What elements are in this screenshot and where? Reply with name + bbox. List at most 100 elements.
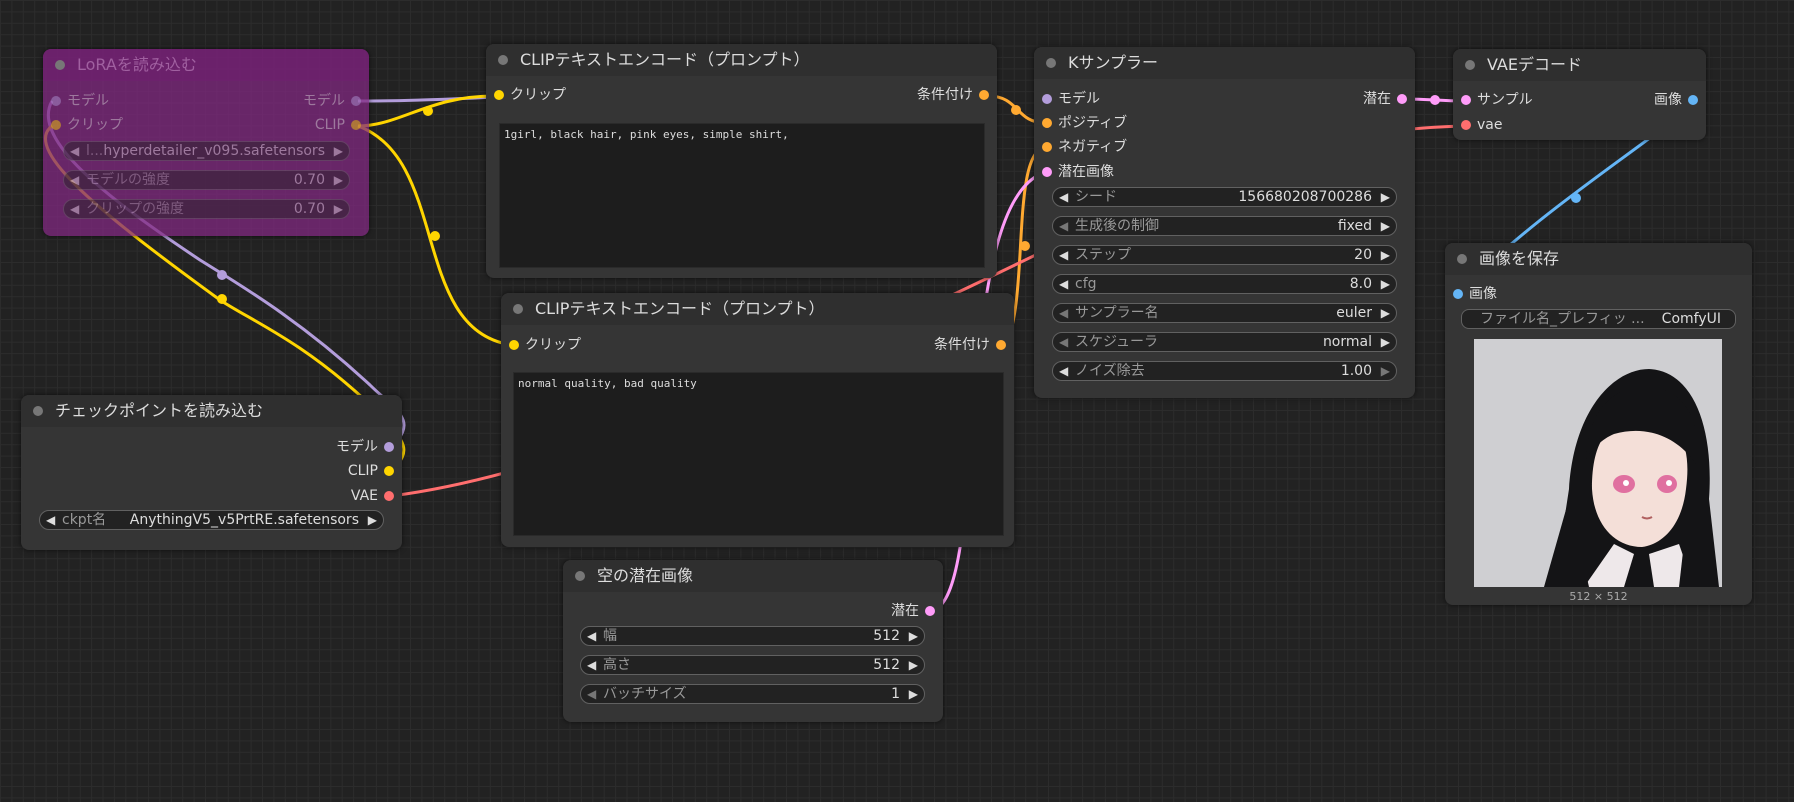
- vae-decode-node[interactable]: VAEデコード サンプル vae 画像: [1453, 49, 1706, 140]
- arrow-left-icon[interactable]: ◀: [1059, 217, 1068, 236]
- output-slot-conditioning[interactable]: 条件付け: [934, 335, 1006, 355]
- arrow-left-icon[interactable]: ◀: [1059, 333, 1068, 352]
- arrow-left-icon[interactable]: ◀: [46, 511, 55, 530]
- seed-number[interactable]: ◀ シード 156680208700286 ▶: [1052, 187, 1397, 207]
- slot-dot-icon[interactable]: [925, 606, 935, 616]
- arrow-right-icon[interactable]: ▶: [1381, 217, 1390, 236]
- cfg-number[interactable]: ◀ cfg 8.0 ▶: [1052, 274, 1397, 294]
- input-slot-model[interactable]: モデル: [51, 91, 109, 111]
- control-after-generate-combo[interactable]: ◀ 生成後の制御 fixed ▶: [1052, 216, 1397, 236]
- arrow-left-icon[interactable]: ◀: [70, 171, 79, 190]
- slot-dot-icon[interactable]: [1453, 289, 1463, 299]
- prompt-textarea[interactable]: normal quality, bad quality: [513, 372, 1004, 536]
- arrow-right-icon[interactable]: ▶: [1381, 188, 1390, 207]
- checkpoint-loader-node[interactable]: チェックポイントを読み込む モデル CLIP VAE ◀ ckpt名 Anythin…: [21, 395, 402, 550]
- slot-dot-icon[interactable]: [384, 491, 394, 501]
- input-slot-vae[interactable]: vae: [1461, 115, 1502, 135]
- wire-midpoint[interactable]: [1571, 193, 1581, 203]
- collapse-dot-icon[interactable]: [513, 304, 523, 314]
- node-title[interactable]: Kサンプラー: [1034, 47, 1415, 79]
- generated-image-preview[interactable]: [1474, 339, 1722, 587]
- arrow-right-icon[interactable]: ▶: [334, 171, 343, 190]
- node-title[interactable]: CLIPテキストエンコード（プロンプト）: [501, 293, 1014, 325]
- arrow-right-icon[interactable]: ▶: [1381, 246, 1390, 265]
- collapse-dot-icon[interactable]: [55, 60, 65, 70]
- ckpt-name-combo[interactable]: ◀ ckpt名 AnythingV5_v5PrtRE.safetensors ▶: [39, 510, 384, 530]
- collapse-dot-icon[interactable]: [33, 406, 43, 416]
- slot-dot-icon[interactable]: [351, 96, 361, 106]
- output-slot-clip[interactable]: CLIP: [348, 461, 394, 481]
- wire-midpoint[interactable]: [1020, 241, 1030, 251]
- arrow-left-icon[interactable]: ◀: [70, 142, 79, 161]
- slot-dot-icon[interactable]: [1461, 120, 1471, 130]
- strength-clip-number[interactable]: ◀ クリップの強度 0.70 ▶: [63, 199, 350, 219]
- wire-midpoint[interactable]: [430, 231, 440, 241]
- arrow-right-icon[interactable]: ▶: [909, 656, 918, 675]
- node-title[interactable]: VAEデコード: [1453, 49, 1706, 81]
- steps-number[interactable]: ◀ ステップ 20 ▶: [1052, 245, 1397, 265]
- arrow-left-icon[interactable]: ◀: [1059, 246, 1068, 265]
- slot-dot-icon[interactable]: [51, 120, 61, 130]
- wire-midpoint[interactable]: [217, 270, 227, 280]
- node-title[interactable]: チェックポイントを読み込む: [21, 395, 402, 427]
- arrow-right-icon[interactable]: ▶: [909, 685, 918, 704]
- lora-name-combo[interactable]: ◀ l... hyperdetailer_v095.safetensors ▶: [63, 141, 350, 161]
- slot-dot-icon[interactable]: [1688, 95, 1698, 105]
- arrow-right-icon[interactable]: ▶: [1381, 275, 1390, 294]
- slot-dot-icon[interactable]: [494, 90, 504, 100]
- arrow-left-icon[interactable]: ◀: [1059, 304, 1068, 323]
- input-slot-clip[interactable]: クリップ: [494, 85, 566, 105]
- output-slot-latent[interactable]: 潜在: [891, 601, 935, 621]
- height-number[interactable]: ◀ 高さ 512 ▶: [580, 655, 925, 675]
- slot-dot-icon[interactable]: [979, 90, 989, 100]
- wire-midpoint[interactable]: [1011, 105, 1021, 115]
- batch-size-number[interactable]: ◀ バッチサイズ 1 ▶: [580, 684, 925, 704]
- slot-dot-icon[interactable]: [1397, 94, 1407, 104]
- clip-text-encode-positive-node[interactable]: CLIPテキストエンコード（プロンプト） クリップ 条件付け 1girl, bl…: [486, 44, 997, 278]
- lora-loader-node[interactable]: LoRAを読み込む モデル クリップ モデル CLIP ◀ l... hyperde…: [43, 49, 369, 236]
- arrow-right-icon[interactable]: ▶: [1381, 362, 1390, 381]
- wire-midpoint[interactable]: [217, 294, 227, 304]
- node-title[interactable]: 空の潜在画像: [563, 560, 943, 592]
- arrow-left-icon[interactable]: ◀: [587, 627, 596, 646]
- output-slot-vae[interactable]: VAE: [351, 486, 394, 506]
- slot-dot-icon[interactable]: [1042, 142, 1052, 152]
- slot-dot-icon[interactable]: [1042, 94, 1052, 104]
- arrow-right-icon[interactable]: ▶: [1381, 304, 1390, 323]
- empty-latent-image-node[interactable]: 空の潜在画像 潜在 ◀ 幅 512 ▶ ◀ 高さ 512 ▶ ◀ バッチサイズ 1 ▶: [563, 560, 943, 722]
- node-title[interactable]: LoRAを読み込む: [43, 49, 369, 81]
- slot-dot-icon[interactable]: [51, 96, 61, 106]
- input-slot-clip[interactable]: クリップ: [509, 335, 581, 355]
- arrow-right-icon[interactable]: ▶: [368, 511, 377, 530]
- output-slot-conditioning[interactable]: 条件付け: [917, 85, 989, 105]
- input-slot-model[interactable]: モデル: [1042, 89, 1100, 109]
- denoise-number[interactable]: ◀ ノイズ除去 1.00 ▶: [1052, 361, 1397, 381]
- slot-dot-icon[interactable]: [384, 442, 394, 452]
- arrow-left-icon[interactable]: ◀: [1059, 362, 1068, 381]
- clip-text-encode-negative-node[interactable]: CLIPテキストエンコード（プロンプト） クリップ 条件付け normal qu…: [501, 293, 1014, 547]
- arrow-left-icon[interactable]: ◀: [1059, 275, 1068, 294]
- slot-dot-icon[interactable]: [1042, 167, 1052, 177]
- output-slot-model[interactable]: モデル: [303, 91, 361, 111]
- ksampler-node[interactable]: Kサンプラー モデル ポジティブ ネガティブ 潜在画像 潜在 ◀ シード 15668…: [1034, 47, 1415, 398]
- strength-model-number[interactable]: ◀ モデルの強度 0.70 ▶: [63, 170, 350, 190]
- arrow-right-icon[interactable]: ▶: [1381, 333, 1390, 352]
- input-slot-latent-image[interactable]: 潜在画像: [1042, 162, 1114, 182]
- node-title[interactable]: CLIPテキストエンコード（プロンプト）: [486, 44, 997, 76]
- arrow-left-icon[interactable]: ◀: [70, 200, 79, 219]
- wire-midpoint[interactable]: [423, 106, 433, 116]
- slot-dot-icon[interactable]: [1461, 95, 1471, 105]
- collapse-dot-icon[interactable]: [498, 55, 508, 65]
- arrow-right-icon[interactable]: ▶: [909, 627, 918, 646]
- slot-dot-icon[interactable]: [351, 120, 361, 130]
- arrow-right-icon[interactable]: ▶: [334, 142, 343, 161]
- sampler-name-combo[interactable]: ◀ サンプラー名 euler ▶: [1052, 303, 1397, 323]
- arrow-left-icon[interactable]: ◀: [1059, 188, 1068, 207]
- arrow-left-icon[interactable]: ◀: [587, 656, 596, 675]
- width-number[interactable]: ◀ 幅 512 ▶: [580, 626, 925, 646]
- filename-prefix-text[interactable]: ファイル名_プレフィッ ... ComfyUI: [1461, 309, 1736, 329]
- output-slot-image[interactable]: 画像: [1654, 90, 1698, 110]
- collapse-dot-icon[interactable]: [1465, 60, 1475, 70]
- arrow-left-icon[interactable]: ◀: [587, 685, 596, 704]
- input-slot-samples[interactable]: サンプル: [1461, 90, 1533, 110]
